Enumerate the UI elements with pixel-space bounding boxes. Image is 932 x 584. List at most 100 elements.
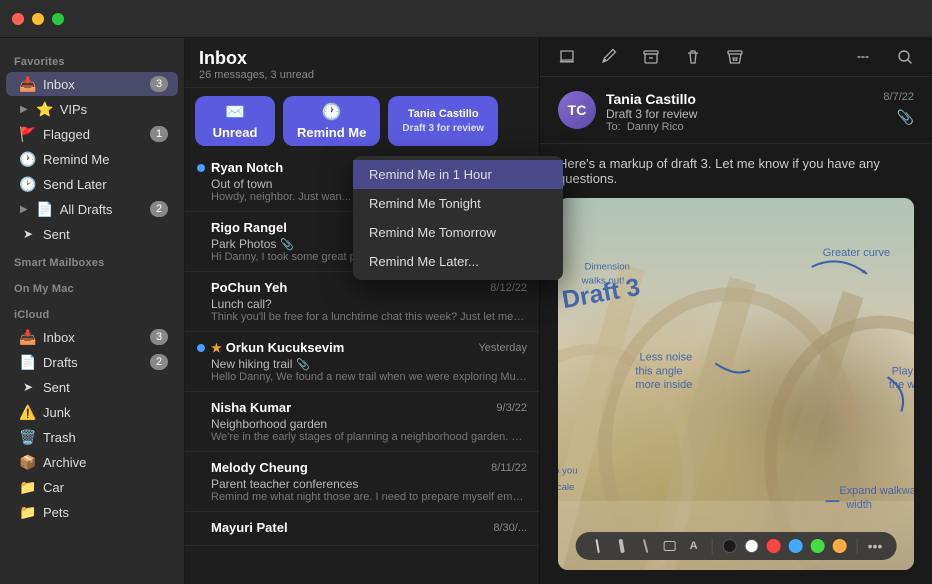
to-address: Danny Rico <box>627 121 684 133</box>
email-date: 8/7/22 <box>883 91 914 103</box>
minimize-button[interactable] <box>32 13 44 25</box>
sidebar-item-send-later[interactable]: 🕑 Send Later <box>6 172 178 196</box>
sidebar-item-sent[interactable]: ➤ Sent <box>6 222 178 246</box>
sidebar-icloud-car-label: Car <box>43 480 168 495</box>
sidebar-item-vips[interactable]: ▶ ⭐ VIPs <box>6 97 178 121</box>
icloud-inbox-badge: 3 <box>150 329 168 345</box>
sidebar-vips-label: VIPs <box>60 102 168 117</box>
toolbar-separator-2 <box>857 538 858 554</box>
close-button[interactable] <box>12 13 24 25</box>
color-orange[interactable] <box>833 539 847 553</box>
remind-pill-label: Remind Me <box>297 125 366 140</box>
dropdown-item-tonight[interactable]: Remind Me Tonight <box>353 189 563 218</box>
sidebar-remind-label: Remind Me <box>43 152 168 167</box>
icloud-car-icon: 📁 <box>20 479 36 495</box>
sidebar-item-icloud-car[interactable]: 📁 Car <box>6 475 178 499</box>
dropdown-item-tomorrow[interactable]: Remind Me Tomorrow <box>353 218 563 247</box>
icloud-drafts-badge: 2 <box>150 354 168 370</box>
pill-remind-me[interactable]: 🕐 Remind Me <box>283 96 380 146</box>
compose-button[interactable] <box>596 46 622 68</box>
reading-toolbar <box>540 38 932 77</box>
search-button[interactable] <box>892 46 918 68</box>
sidebar-icloud-sent-label: Sent <box>43 380 168 395</box>
sidebar-send-later-label: Send Later <box>43 177 168 192</box>
email-body-text: Here's a markup of draft 3. Let me know … <box>540 144 932 198</box>
remind-dropdown-menu: Remind Me in 1 Hour Remind Me Tonight Re… <box>353 156 563 280</box>
sender-name: Melody Cheung <box>211 460 485 475</box>
junk-button[interactable] <box>722 46 748 68</box>
sent-icon: ➤ <box>20 226 36 242</box>
message-row[interactable]: Melody Cheung 8/11/22 Parent teacher con… <box>185 452 539 512</box>
to-label: To: <box>606 121 621 133</box>
svg-text:Expand walkway: Expand walkway <box>839 485 914 497</box>
more-actions-button[interactable] <box>850 46 876 68</box>
message-subject: New hiking trail 📎 <box>211 357 527 371</box>
message-preview: Remind me what night those are. I need t… <box>211 491 527 503</box>
message-row[interactable]: Nisha Kumar 9/3/22 Neighborhood garden W… <box>185 392 539 452</box>
sender-name: PoChun Yeh <box>211 280 484 295</box>
sidebar-item-icloud-drafts[interactable]: 📄 Drafts 2 <box>6 350 178 374</box>
archive-button[interactable] <box>638 46 664 68</box>
svg-text:Dimension: Dimension <box>584 262 629 273</box>
icloud-archive-icon: 📦 <box>20 454 36 470</box>
tania-pill-sub: Draft 3 for review <box>402 123 484 134</box>
tania-pill-name: Tania Castillo <box>408 108 479 120</box>
sidebar-item-inbox[interactable]: 📥 Inbox 3 <box>6 72 178 96</box>
avatar: TC <box>558 91 596 129</box>
email-to: To: Danny Rico <box>606 121 873 133</box>
text-tool-icon: A <box>686 538 702 554</box>
pill-tania[interactable]: Tania Castillo Draft 3 for review <box>388 96 498 146</box>
sidebar-item-icloud-inbox[interactable]: 📥 Inbox 3 <box>6 325 178 349</box>
message-row[interactable]: PoChun Yeh 8/12/22 Lunch call? Think you… <box>185 272 539 332</box>
svg-text:more inside: more inside <box>635 379 692 391</box>
unread-dot <box>197 164 205 172</box>
dropdown-item-later[interactable]: Remind Me Later... <box>353 247 563 276</box>
zoom-button[interactable] <box>52 13 64 25</box>
markup-toolbar: A ••• <box>576 532 897 560</box>
sidebar-item-flagged[interactable]: 🚩 Flagged 1 <box>6 122 178 146</box>
svg-text:the wall: the wall <box>889 379 914 391</box>
message-subject: Parent teacher conferences <box>211 477 527 491</box>
sidebar-icloud-inbox-label: Inbox <box>43 330 143 345</box>
remind-me-icon: 🕐 <box>20 151 36 167</box>
sidebar-item-icloud-sent[interactable]: ➤ Sent <box>6 375 178 399</box>
inbox-icon: 📥 <box>20 76 36 92</box>
sidebar-item-remind-me[interactable]: 🕐 Remind Me <box>6 147 178 171</box>
pill-unread[interactable]: ✉️ Unread <box>195 96 275 146</box>
dropdown-item-1hour[interactable]: Remind Me in 1 Hour <box>353 160 563 189</box>
color-white[interactable] <box>745 539 759 553</box>
message-row[interactable]: Mayuri Patel 8/30/... <box>185 512 539 546</box>
color-green[interactable] <box>811 539 825 553</box>
sidebar-icloud-pets-label: Pets <box>43 505 168 520</box>
marker-tool-icon <box>614 538 630 554</box>
pencil-tool-icon <box>638 538 654 554</box>
sidebar-item-icloud-pets[interactable]: 📁 Pets <box>6 500 178 524</box>
all-drafts-badge: 2 <box>150 201 168 217</box>
color-blue[interactable] <box>789 539 803 553</box>
message-preview: Hello Danny, We found a new trail when w… <box>211 371 527 383</box>
inbox-badge: 3 <box>150 76 168 92</box>
svg-text:1 foot scale: 1 foot scale <box>558 482 574 493</box>
sidebar-item-all-drafts[interactable]: ▶ 📄 All Drafts 2 <box>6 197 178 221</box>
sidebar-item-icloud-trash[interactable]: 🗑️ Trash <box>6 425 178 449</box>
sidebar-flagged-label: Flagged <box>43 127 143 142</box>
svg-text:this angle: this angle <box>635 365 682 377</box>
delete-button[interactable] <box>680 46 706 68</box>
attachment-paperclip-icon: 📎 <box>897 109 914 126</box>
color-black[interactable] <box>723 539 737 553</box>
more-tools-button[interactable]: ••• <box>868 538 883 554</box>
unread-pill-icon: ✉️ <box>225 102 245 122</box>
color-red[interactable] <box>767 539 781 553</box>
message-preview: We're in the early stages of planning a … <box>211 431 527 443</box>
vips-icon: ⭐ <box>37 101 53 117</box>
svg-text:Less noise: Less noise <box>640 352 693 364</box>
new-message-button[interactable] <box>554 46 580 68</box>
message-preview: Think you'll be free for a lunchtime cha… <box>211 311 527 323</box>
all-drafts-icon: 📄 <box>37 201 53 217</box>
sidebar-item-icloud-junk[interactable]: ⚠️ Junk <box>6 400 178 424</box>
message-row[interactable]: ★ Orkun Kucuksevim Yesterday New hiking … <box>185 332 539 392</box>
all-drafts-disclosure: ▶ <box>20 204 28 215</box>
sidebar-item-icloud-archive[interactable]: 📦 Archive <box>6 450 178 474</box>
email-header: TC Tania Castillo Draft 3 for review To:… <box>540 77 932 144</box>
toolbar-separator <box>712 538 713 554</box>
